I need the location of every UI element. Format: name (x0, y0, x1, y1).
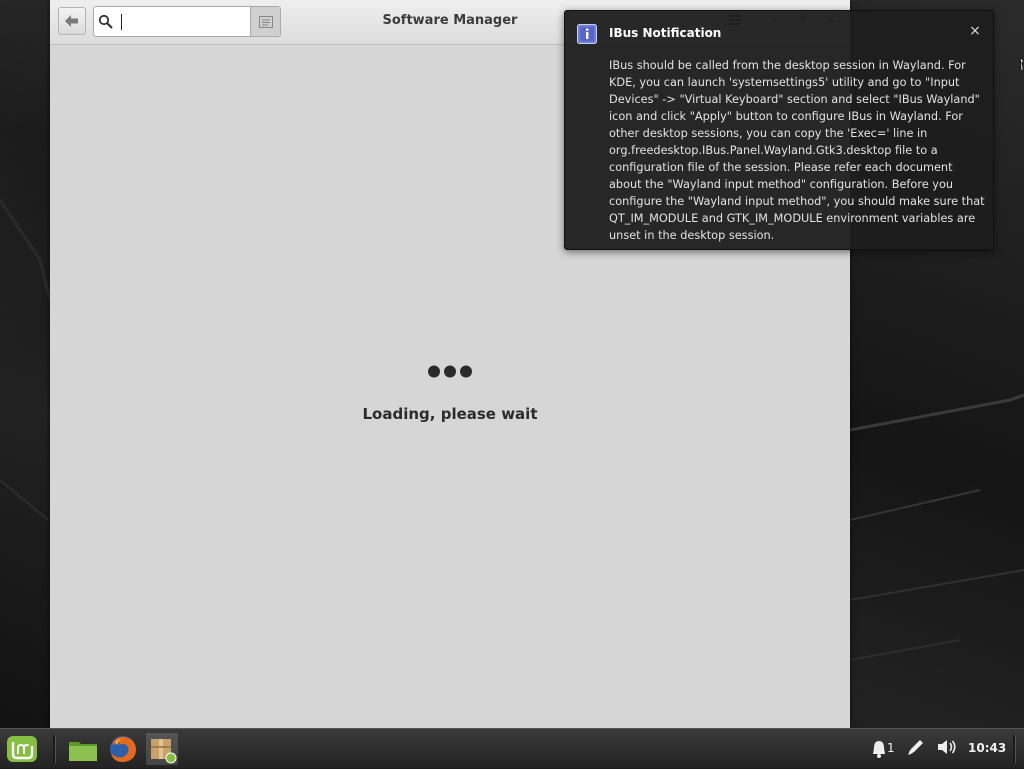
mouse-cursor-icon (1020, 57, 1024, 71)
notification-close-button[interactable]: × (965, 21, 985, 41)
package-icon (151, 739, 177, 764)
ibus-notification[interactable]: IBus Notification × IBus should be calle… (564, 10, 994, 250)
firefox-launcher[interactable] (107, 733, 139, 765)
loading-spinner-icon (428, 365, 472, 378)
pen-icon (908, 740, 923, 755)
clock[interactable]: 10:43 (968, 741, 1006, 755)
mint-menu-icon[interactable] (6, 734, 38, 764)
notification-bell-icon (873, 741, 885, 758)
files-launcher[interactable] (67, 733, 99, 765)
info-icon (577, 24, 597, 44)
notifications-tray[interactable]: 1 (872, 737, 898, 761)
notification-count: 1 (887, 741, 895, 755)
notification-title: IBus Notification (609, 26, 722, 40)
panel-separator (53, 735, 56, 763)
show-desktop-button[interactable] (1013, 735, 1016, 763)
volume-tray-button[interactable] (936, 737, 958, 761)
taskbar-panel: 1 10:43 (0, 728, 1024, 768)
volume-icon (938, 740, 956, 754)
loading-message: Loading, please wait (362, 405, 538, 423)
notification-body: IBus should be called from the desktop s… (609, 59, 985, 242)
software-manager-launcher[interactable] (146, 733, 178, 765)
pen-tray-button[interactable] (906, 737, 928, 761)
firefox-icon (110, 736, 136, 762)
folder-icon (69, 742, 97, 761)
